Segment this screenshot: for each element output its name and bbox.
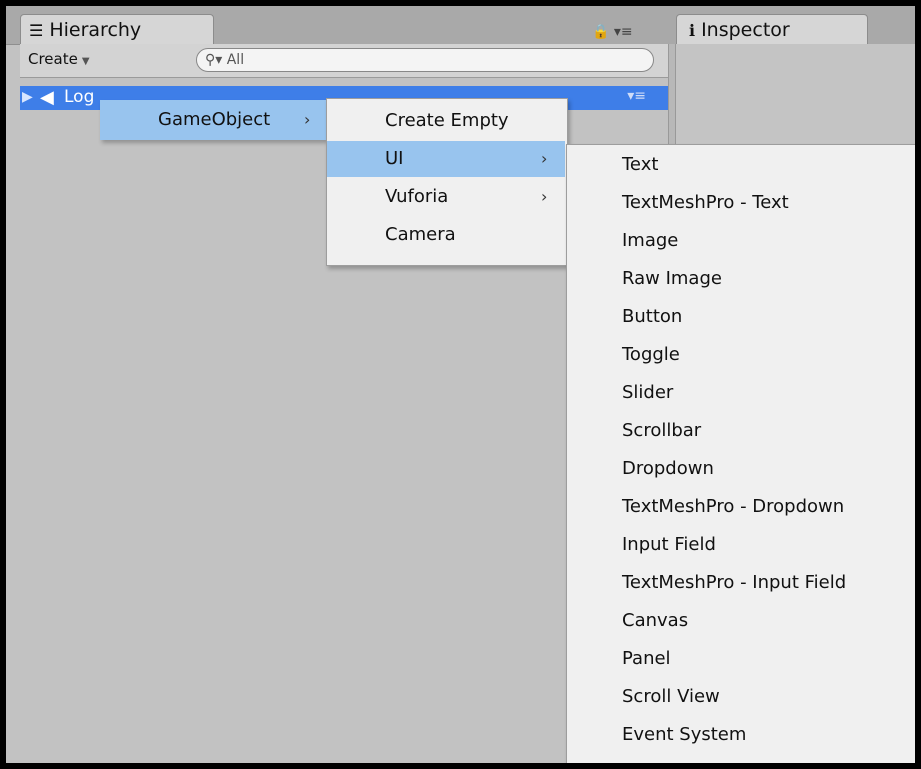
chevron-right-icon: ›: [541, 149, 548, 168]
search-placeholder: All: [226, 52, 245, 68]
menu-item-text[interactable]: Text: [567, 147, 915, 183]
menu-item-image[interactable]: Image: [567, 223, 915, 259]
lock-icon[interactable]: 🔒 ▾≡: [592, 24, 633, 40]
menu-item-label: TextMeshPro - Dropdown: [622, 496, 845, 517]
search-input[interactable]: ⚲▾ All: [196, 48, 654, 72]
context-menu-ui-sub: Text TextMeshPro - Text Image Raw Image …: [566, 144, 915, 763]
tab-hierarchy-label: Hierarchy: [49, 19, 142, 41]
menu-item-event-system[interactable]: Event System: [567, 717, 915, 753]
options-icon[interactable]: ▾≡: [627, 88, 646, 104]
context-menu-gameobject: GameObject ›: [100, 100, 326, 140]
hierarchy-toolbar: Create ▼ ⚲▾ All: [20, 44, 668, 78]
menu-item-label: Text: [622, 154, 659, 175]
menu-item-raw-image[interactable]: Raw Image: [567, 261, 915, 297]
context-menu-gameobject-sub: Create Empty UI › Vuforia › Camera: [326, 98, 568, 266]
menu-item-button[interactable]: Button: [567, 299, 915, 335]
menu-item-dropdown[interactable]: Dropdown: [567, 451, 915, 487]
menu-item-textmeshpro-dropdown[interactable]: TextMeshPro - Dropdown: [567, 489, 915, 525]
menu-item-gameobject-label: GameObject: [158, 109, 271, 130]
menu-item-gameobject[interactable]: GameObject ›: [100, 102, 326, 138]
chevron-right-icon: ›: [304, 110, 311, 129]
menu-item-label: Dropdown: [622, 458, 714, 479]
menu-item-canvas[interactable]: Canvas: [567, 603, 915, 639]
list-icon: ☰: [29, 21, 44, 40]
menu-item-label: TextMeshPro - Input Field: [622, 572, 847, 593]
scene-name: Log: [64, 87, 95, 107]
unity-logo-icon: ◀: [40, 87, 54, 108]
menu-item-label: Canvas: [622, 610, 689, 631]
search-icon: ⚲▾: [205, 52, 223, 68]
menu-item-label: Scrollbar: [622, 420, 702, 441]
tab-strip: ☰ Hierarchy 🔒 ▾≡ ℹ Inspector: [6, 6, 915, 45]
tab-hierarchy[interactable]: ☰ Hierarchy: [20, 14, 214, 44]
tab-inspector[interactable]: ℹ Inspector: [676, 14, 868, 44]
menu-item-create-empty[interactable]: Create Empty: [327, 103, 565, 139]
menu-item-label: Scroll View: [622, 686, 720, 707]
tab-inspector-label: Inspector: [701, 19, 790, 41]
menu-item-label: TextMeshPro - Text: [622, 192, 789, 213]
menu-item-scrollbar[interactable]: Scrollbar: [567, 413, 915, 449]
menu-item-scroll-view[interactable]: Scroll View: [567, 679, 915, 715]
menu-item-toggle[interactable]: Toggle: [567, 337, 915, 373]
menu-item-ui[interactable]: UI ›: [327, 141, 565, 177]
editor-window: ☰ Hierarchy 🔒 ▾≡ ℹ Inspector Create ▼ ⚲▾ Al…: [6, 6, 915, 763]
chevron-right-icon: ›: [541, 187, 548, 206]
menu-item-camera[interactable]: Camera: [327, 217, 565, 253]
menu-item-label: Slider: [622, 382, 674, 403]
menu-item-label: Toggle: [622, 344, 680, 365]
menu-item-textmeshpro-text[interactable]: TextMeshPro - Text: [567, 185, 915, 221]
menu-item-label: Vuforia: [385, 186, 449, 207]
menu-item-vuforia[interactable]: Vuforia ›: [327, 179, 565, 215]
menu-item-input-field[interactable]: Input Field: [567, 527, 915, 563]
menu-item-label: Create Empty: [385, 110, 509, 131]
menu-item-label: Panel: [622, 648, 671, 669]
menu-item-slider[interactable]: Slider: [567, 375, 915, 411]
menu-item-label: Camera: [385, 224, 456, 245]
menu-item-label: Raw Image: [622, 268, 722, 289]
dropdown-arrow-icon: ▼: [81, 56, 90, 67]
menu-item-label: Button: [622, 306, 683, 327]
menu-item-label: UI: [385, 148, 404, 169]
menu-item-label: Image: [622, 230, 679, 251]
menu-item-textmeshpro-input-field[interactable]: TextMeshPro - Input Field: [567, 565, 915, 601]
menu-item-label: Event System: [622, 724, 747, 745]
menu-item-label: Input Field: [622, 534, 716, 555]
expand-arrow-icon[interactable]: ▶: [22, 89, 33, 105]
create-button[interactable]: Create ▼: [28, 50, 90, 68]
menu-item-panel[interactable]: Panel: [567, 641, 915, 677]
info-icon: ℹ: [689, 21, 696, 40]
create-button-label: Create: [28, 50, 78, 68]
